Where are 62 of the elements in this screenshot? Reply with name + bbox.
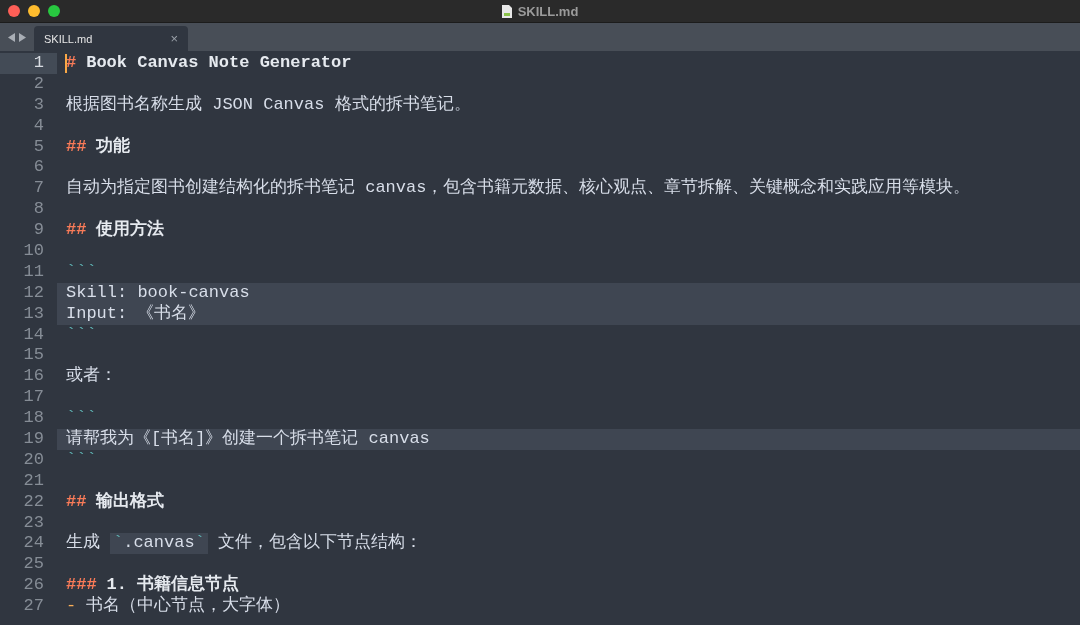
- text-cursor: [65, 54, 67, 73]
- line-number: 7: [33, 178, 44, 200]
- code-fence: ```: [66, 408, 97, 429]
- line-number: 2: [33, 73, 44, 95]
- heading-text: 输出格式: [96, 491, 165, 513]
- line-number: 8: [33, 199, 44, 221]
- line-number: 6: [33, 157, 44, 179]
- line-number: 23: [23, 512, 44, 534]
- line-number: 14: [23, 324, 44, 346]
- line-text: Input: 《书名》: [66, 303, 206, 325]
- line-text: 文件，包含以下节点结构：: [217, 533, 422, 555]
- line-number: 13: [23, 303, 44, 325]
- list-bullet: -: [66, 596, 77, 618]
- line-text: 请帮我为《[书名]》创建一个拆书笔记 canvas: [66, 429, 430, 450]
- heading-mark: #: [66, 53, 77, 74]
- line-text: Skill: book-canvas: [66, 282, 250, 304]
- heading-mark: ##: [66, 491, 87, 513]
- line-text: 根据图书名称生成 JSON Canvas 格式的拆书笔记。: [66, 94, 471, 116]
- line-number: 1: [33, 53, 44, 74]
- code-fence: ```: [66, 261, 97, 283]
- line-text: 自动为指定图书创建结构化的拆书笔记 canvas，包含书籍元数据、核心观点、章节拆解、关键概念和实践应用等模块。: [66, 178, 971, 200]
- window-title: SKILL.md: [517, 3, 579, 19]
- line-text: 或者：: [66, 366, 117, 388]
- heading-mark: ##: [66, 220, 87, 242]
- line-number: 24: [23, 533, 44, 555]
- inline-code: `.canvas`: [110, 533, 208, 555]
- code-fence: ```: [66, 449, 97, 471]
- close-window-button[interactable]: [8, 5, 20, 17]
- line-number: 20: [23, 449, 44, 471]
- line-number: 22: [23, 491, 44, 513]
- line-number: 11: [23, 261, 44, 283]
- back-arrow-icon[interactable]: [8, 32, 15, 42]
- heading-text: 使用方法: [96, 220, 165, 242]
- heading-mark: ###: [66, 575, 97, 596]
- line-number: 5: [33, 136, 44, 158]
- line-number: 16: [23, 366, 44, 388]
- heading-text: 功能: [96, 136, 131, 158]
- line-number: 9: [33, 220, 44, 242]
- line-number: 21: [23, 470, 44, 492]
- zoom-window-button[interactable]: [48, 5, 60, 17]
- line-number: 27: [23, 596, 44, 618]
- line-number: 3: [33, 94, 44, 116]
- forward-arrow-icon[interactable]: [19, 32, 26, 42]
- line-number: 17: [23, 387, 44, 409]
- close-tab-button[interactable]: ×: [170, 31, 178, 46]
- line-text: 生成: [66, 533, 100, 555]
- line-number: 4: [33, 115, 44, 137]
- file-tab[interactable]: SKILL.md ×: [34, 26, 188, 51]
- line-number: 12: [23, 282, 44, 304]
- line-number: 19: [23, 429, 44, 450]
- file-icon: [501, 4, 512, 18]
- code-fence: ```: [66, 324, 97, 346]
- line-number: 25: [23, 554, 44, 576]
- line-number: 18: [23, 408, 44, 430]
- line-text: 书名（中心节点，大字体）: [86, 596, 291, 618]
- line-number: 10: [23, 241, 44, 262]
- heading-text: 1. 书籍信息节点: [106, 575, 240, 595]
- line-number: 26: [23, 575, 44, 597]
- line-number: 15: [23, 345, 44, 367]
- minimize-window-button[interactable]: [28, 5, 40, 17]
- heading-text: Book Canvas Note Generator: [86, 53, 352, 74]
- heading-mark: ##: [66, 136, 87, 158]
